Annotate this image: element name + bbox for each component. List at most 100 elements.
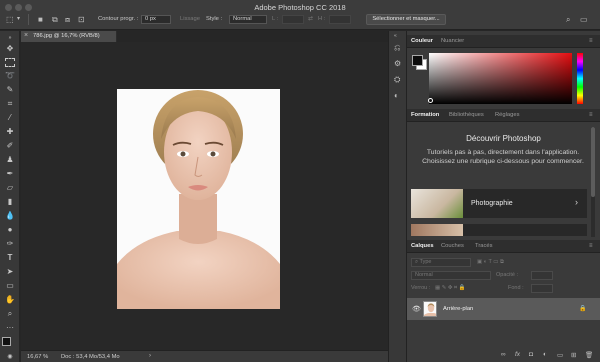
scrollbar-thumb[interactable] [591,127,595,197]
history-brush-icon[interactable]: ✒ [4,169,16,179]
opacity-input[interactable] [531,271,553,280]
subtract-selection-icon[interactable]: ⧈ [65,15,70,24]
marquee-tool-preset-icon[interactable]: ⬚ [6,15,14,24]
tools-panel: » ✥ ➰ ✎ ⌗ ⁄ ✚ ✐ ♟ ✒ ▱ ▮ 💧 ● ✑ T ➤ ▭ ✋ ⌕ … [0,31,20,362]
crop-icon[interactable]: ⌗ [4,99,16,109]
panel-menu-icon[interactable]: ≡ [589,112,593,118]
tab-adjustments[interactable]: Réglages [495,112,520,118]
panel-menu-icon[interactable]: ≡ [589,38,593,44]
layer-style-icon[interactable]: fx [515,351,520,358]
path-select-icon[interactable]: ➤ [4,267,16,277]
tab-paths[interactable]: Tracés [475,243,493,249]
tab-learn[interactable]: Formation [411,112,439,118]
collapse-icon[interactable]: « [394,33,397,39]
chevron-right-icon: › [575,197,578,207]
tab-layers[interactable]: Calques [411,243,434,249]
panel-menu-icon[interactable]: ≡ [589,243,593,249]
gradient-icon[interactable]: ▮ [4,197,16,207]
filter-icons[interactable]: ▣ ◐ T ▭ ⧉ [477,259,504,266]
trash-icon[interactable]: 🗑 [585,351,593,359]
foreground-color-swatch[interactable] [2,337,11,346]
workspace-icon[interactable]: ▭ [580,15,588,24]
fill-label: Fond : [508,285,524,291]
layer-name[interactable]: Arrière-plan [443,306,473,312]
status-bar: 16,67 % Doc : 53,4 Mo/53,4 Mo › [21,350,388,362]
hand-icon[interactable]: ✋ [4,295,16,305]
panel-icon-column: « ⎌ ⚙ ⛭ ◐ [388,31,407,362]
type-icon[interactable]: T [4,253,16,263]
new-group-icon[interactable]: ▭ [557,351,563,359]
photography-card[interactable]: Photographie › [411,189,587,218]
status-menu-icon[interactable]: › [149,353,151,359]
layer-row[interactable]: 👁 Arrière-plan 🔒 [407,298,600,320]
width-label: L : [272,16,279,22]
layer-thumbnail-image [424,302,436,316]
layer-thumbnail [423,301,437,317]
color-picker-handle[interactable] [428,98,433,103]
move-icon[interactable]: ✥ [4,44,16,54]
eyedropper-icon[interactable]: ⁄ [4,113,16,123]
rectangle-icon[interactable]: ▭ [4,281,16,291]
dodge-icon[interactable]: ● [4,225,16,235]
marquee-icon[interactable] [5,58,15,67]
add-mask-icon[interactable]: ◘ [529,351,533,358]
feather-input[interactable]: 0 px [141,15,171,24]
tab-swatches[interactable]: Nuancier [441,38,464,44]
adjustment-layer-icon[interactable]: ◐ [543,351,547,358]
intersect-selection-icon[interactable]: ⊡ [78,15,85,24]
layer-filter-select[interactable]: ⌕ Type [411,258,471,267]
learn-title: Découvrir Photoshop [466,134,541,143]
height-input[interactable] [329,15,351,24]
height-label: H : [318,16,326,22]
stamp-icon[interactable]: ♟ [4,155,16,165]
card-label: Photographie [471,200,513,207]
fill-input[interactable] [531,284,553,293]
history-panel-icon[interactable]: ⎌ [394,43,400,53]
blend-mode-select[interactable]: Normal [411,271,491,280]
more-tools-icon[interactable]: ··· [4,323,16,333]
lasso-icon[interactable]: ➰ [4,71,16,81]
feather-label: Contour progr. : [98,16,139,22]
width-input[interactable] [282,15,304,24]
next-card[interactable] [411,224,587,236]
eraser-icon[interactable]: ▱ [4,183,16,193]
brush-panel-icon[interactable]: ◐ [394,91,399,100]
lock-label: Verrou : [411,285,431,291]
tab-libraries[interactable]: Bibliothèques [449,112,484,118]
color-spectrum[interactable] [429,53,572,104]
search-icon[interactable]: ⌕ [566,15,570,24]
document-info: Doc : 53,4 Mo/53,4 Mo [61,354,120,360]
properties-panel-icon[interactable]: ⚙ [394,59,401,68]
adjust-panel-icon[interactable]: ⛭ [394,75,400,85]
blur-icon[interactable]: 💧 [4,211,16,221]
zoom-icon[interactable]: ⌕ [4,309,16,319]
eye-icon[interactable]: 👁 [412,305,421,313]
lock-icons[interactable]: ▦ ✎ ✥ ⌗ 🔒 [435,285,465,292]
pen-icon[interactable]: ✑ [4,239,16,249]
divider [28,14,29,25]
select-and-mask-button[interactable]: Sélectionner et masquer... [366,14,446,25]
quick-mask-icon[interactable]: ◉ [4,352,16,362]
lock-icon[interactable]: 🔒 [579,305,586,312]
collapse-icon[interactable]: » [4,33,16,43]
learn-description: Tutoriels pas à pas, directement dans l'… [422,149,584,165]
chevron-down-icon[interactable]: ▾ [17,15,20,24]
hue-slider[interactable] [577,53,583,104]
zoom-level[interactable]: 16,67 % [27,354,48,360]
quick-select-icon[interactable]: ✎ [4,85,16,95]
tab-color[interactable]: Couleur [411,38,433,44]
link-layers-icon[interactable]: ∞ [501,351,506,358]
document-tab[interactable]: × 786.jpg @ 16,7% (RVB/8) [21,31,117,42]
swap-icon[interactable]: ⇄ [308,15,313,24]
new-layer-icon[interactable]: ⊞ [571,351,576,359]
healing-icon[interactable]: ✚ [4,127,16,137]
document-image[interactable] [117,89,280,309]
new-selection-icon[interactable]: ■ [38,15,43,24]
tab-channels[interactable]: Couches [441,243,464,249]
add-selection-icon[interactable]: ⧉ [52,15,58,24]
style-select[interactable]: Normal [229,15,267,24]
smoothing-checkbox-label[interactable]: Lissage [180,16,200,23]
foreground-color-swatch[interactable] [412,55,423,66]
close-icon[interactable]: × [24,32,28,39]
brush-icon[interactable]: ✐ [4,141,16,151]
